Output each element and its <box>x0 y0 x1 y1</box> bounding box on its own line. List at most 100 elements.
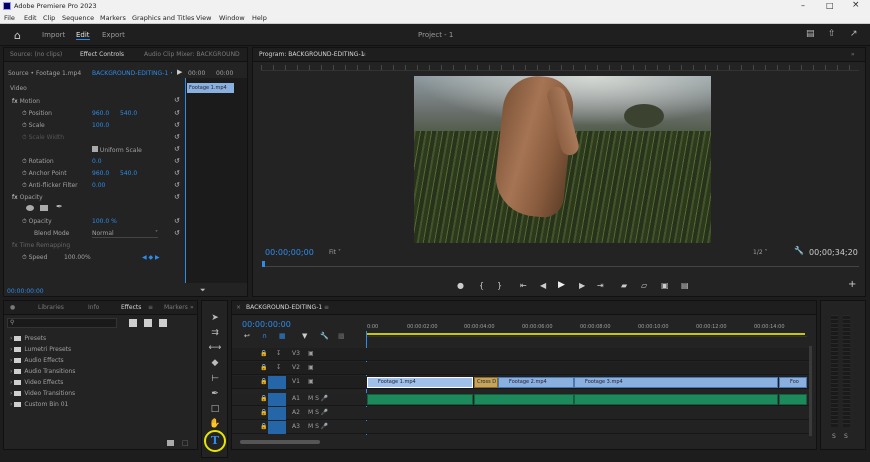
stopwatch-icon[interactable]: ⏱ <box>22 122 27 129</box>
export-frame-icon[interactable]: ▣ <box>661 281 669 290</box>
reset-motion-icon[interactable]: ↺ <box>174 96 180 104</box>
position-x[interactable]: 960.0 <box>92 110 109 117</box>
timeline-settings-icon[interactable]: 🔧 <box>320 332 329 340</box>
selection-tool-icon[interactable]: ➤ <box>208 311 222 325</box>
tab-libraries[interactable]: Libraries <box>38 304 64 311</box>
rotation-value[interactable]: 0.0 <box>92 158 102 165</box>
sequence-clip-link[interactable]: BACKGROUND-EDITING-1 • Footage 1.mp4 <box>92 70 172 77</box>
workspace-edit[interactable]: Edit <box>76 31 90 40</box>
step-forward-icon[interactable]: ▶ <box>579 281 585 290</box>
reset-scale-icon[interactable]: ↺ <box>174 121 180 129</box>
timeline-vertical-scrollbar[interactable] <box>809 346 812 436</box>
extract-icon[interactable]: ▱ <box>641 281 647 290</box>
audio-clip-2[interactable] <box>474 394 574 405</box>
zoom-fit-select[interactable]: Fit ˅ <box>329 249 341 256</box>
a3-source-patch[interactable] <box>268 421 286 434</box>
program-scrubber[interactable] <box>263 266 859 272</box>
menu-graphics[interactable]: Graphics and Titles <box>132 14 194 22</box>
folder-audio-transitions[interactable]: › Audio Transitions <box>10 368 75 375</box>
delete-icon[interactable]: □ <box>182 439 189 447</box>
fullscreen-icon[interactable]: ↗ <box>850 29 858 39</box>
accelerated-effects-icon[interactable] <box>129 319 137 327</box>
track-v2[interactable] <box>232 362 812 375</box>
reset-opacity-prop-icon[interactable]: ↺ <box>174 217 180 225</box>
sequence-menu-icon[interactable]: ≡ <box>324 304 329 311</box>
track-select-tool-icon[interactable]: ⇉ <box>208 326 222 340</box>
reset-opacity-icon[interactable]: ↺ <box>174 193 180 201</box>
effects-expand-icon[interactable]: » <box>190 304 194 311</box>
playhead-marker[interactable] <box>262 261 265 267</box>
source-clip-label[interactable]: Source • Footage 1.mp4 <box>8 70 81 77</box>
opacity-value[interactable]: 100.0 % <box>92 218 117 225</box>
fx-motion[interactable]: fx Motion <box>12 98 40 105</box>
timeline-ruler[interactable]: 0:00 00:00:02:00 00:00:04:00 00:00:06:00… <box>367 319 807 337</box>
tab-audio-clip-mixer[interactable]: Audio Clip Mixer: BACKGROUND <box>144 51 240 58</box>
effect-controls-timecode[interactable]: 00:00:00:00 <box>7 288 44 295</box>
program-expand-icon[interactable]: » <box>851 51 855 58</box>
folder-lumetri-presets[interactable]: › Lumetri Presets <box>10 346 71 353</box>
workspace-export[interactable]: Export <box>102 31 125 39</box>
track-sync-icon[interactable]: ↧ <box>276 364 281 371</box>
keyframe-nav[interactable]: ◀ ◆ ▶ <box>142 254 160 261</box>
uniform-scale-checkbox[interactable]: Uniform Scale <box>92 146 142 154</box>
rectangle-tool-icon[interactable]: □ <box>208 402 222 416</box>
reset-blend-icon[interactable]: ↺ <box>174 229 180 237</box>
track-output-icon[interactable]: ▣ <box>308 350 314 357</box>
stopwatch-icon[interactable]: ⏱ <box>22 110 27 117</box>
folder-audio-effects[interactable]: › Audio Effects <box>10 357 64 364</box>
work-area-bar[interactable] <box>367 333 805 335</box>
reset-anti-flicker-icon[interactable]: ↺ <box>174 181 180 189</box>
linked-selection-icon[interactable]: ▦ <box>279 332 286 340</box>
workspace-import[interactable]: Import <box>42 31 65 39</box>
position-y[interactable]: 540.0 <box>120 110 137 117</box>
track-v3[interactable] <box>232 348 812 361</box>
slip-tool-icon[interactable]: ⊢ <box>208 372 222 386</box>
checkbox-icon[interactable] <box>92 146 98 152</box>
clip-footage-1[interactable]: Footage 1.mp4 <box>367 377 473 388</box>
transition-cross-dissolve[interactable]: Cross D <box>474 377 498 388</box>
menu-help[interactable]: Help <box>252 14 267 22</box>
stopwatch-icon[interactable]: ⏱ <box>22 182 27 189</box>
menu-markers[interactable]: Markers <box>100 14 126 22</box>
program-timecode[interactable]: 00:00;00;00 <box>265 248 314 257</box>
track-lock-icon[interactable]: 🔒 <box>260 409 267 416</box>
tab-source[interactable]: Source: (no clips) <box>10 51 62 58</box>
reset-rotation-icon[interactable]: ↺ <box>174 157 180 165</box>
tab-markers[interactable]: Markers <box>164 304 188 311</box>
mute-solo-icons[interactable]: M S 🎤 <box>308 395 328 402</box>
meter-solo-right[interactable]: S <box>844 433 848 440</box>
timeline-timecode[interactable]: 00:00:00:00 <box>242 320 291 329</box>
reset-anchor-icon[interactable]: ↺ <box>174 169 180 177</box>
add-marker-icon[interactable]: ● <box>457 281 464 290</box>
timeline-horizontal-scrollbar[interactable] <box>240 440 320 444</box>
maximize-button[interactable]: □ <box>826 1 834 10</box>
mark-out-icon[interactable]: } <box>497 281 502 290</box>
track-lock-icon[interactable]: 🔒 <box>260 378 267 385</box>
captions-icon[interactable]: ▩ <box>338 332 345 340</box>
minimize-button[interactable]: – <box>801 1 805 10</box>
tab-effects[interactable]: Effects <box>121 304 141 311</box>
play-button[interactable]: ▶ <box>558 280 565 290</box>
type-tool-icon[interactable]: T <box>204 430 226 452</box>
track-lock-icon[interactable]: 🔒 <box>260 395 267 402</box>
audio-clip-3[interactable] <box>574 394 778 405</box>
track-lock-icon[interactable]: 🔒 <box>260 350 267 357</box>
comparison-view-icon[interactable]: ▤ <box>681 281 689 290</box>
menu-sequence[interactable]: Sequence <box>62 14 94 22</box>
anchor-y[interactable]: 540.0 <box>120 170 137 177</box>
pen-tool-icon[interactable]: ✒ <box>208 387 222 401</box>
blend-mode-select[interactable]: Normal ˅ <box>92 230 158 238</box>
a2-source-patch[interactable] <box>268 407 286 420</box>
clip-footage-2[interactable]: Footage 2.mp4 <box>498 377 574 388</box>
close-button[interactable]: × <box>852 0 860 10</box>
mute-solo-icons[interactable]: M S 🎤 <box>308 423 328 430</box>
reset-position-icon[interactable]: ↺ <box>174 109 180 117</box>
a1-source-patch[interactable] <box>268 393 286 406</box>
meter-solo-left[interactable]: S <box>832 433 836 440</box>
effects-menu-icon[interactable]: ≡ <box>148 304 153 311</box>
menu-view[interactable]: View <box>196 14 211 22</box>
folder-presets[interactable]: › Presets <box>10 335 46 342</box>
new-bin-icon[interactable] <box>167 440 174 446</box>
quality-select[interactable]: 1/2 ˅ <box>753 249 768 256</box>
program-menu-icon[interactable]: ≡ <box>361 51 366 58</box>
